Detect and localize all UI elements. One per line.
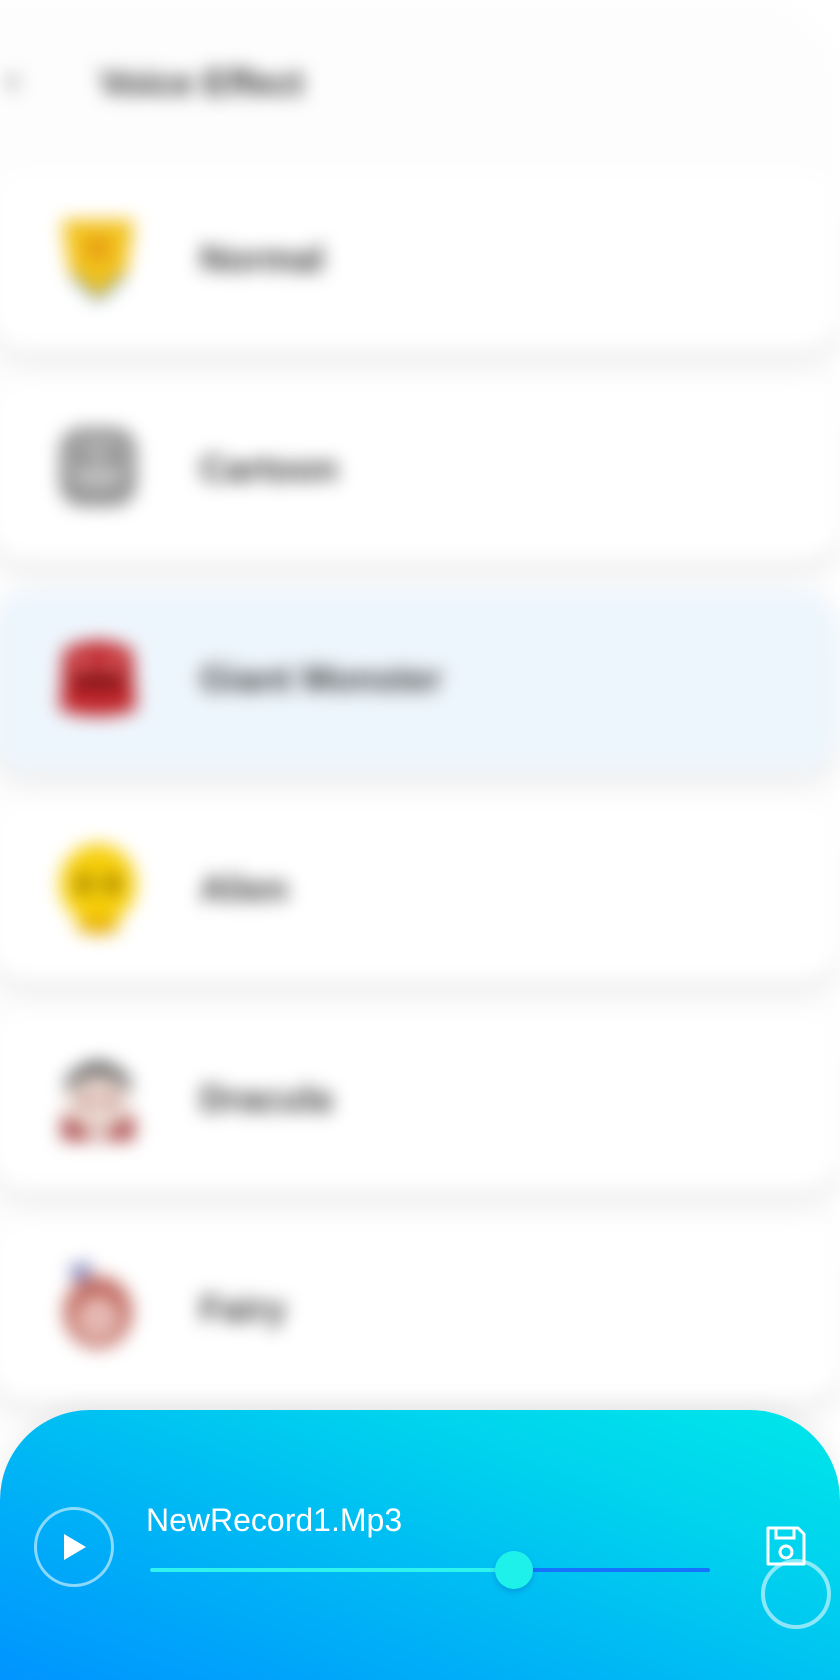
effect-label: Fairy <box>200 1288 287 1329</box>
record-button[interactable] <box>761 1559 831 1629</box>
effect-label: Normal <box>200 238 325 279</box>
chevron-left-icon[interactable]: ‹ <box>6 60 40 100</box>
effect-item-normal[interactable]: Normal <box>0 170 840 350</box>
effect-label: Dracula <box>200 1078 333 1119</box>
effect-item-giant-monster[interactable]: Giant Monster <box>0 590 840 770</box>
seek-bar[interactable] <box>150 1551 710 1589</box>
cartoon-avatar-icon <box>60 428 136 506</box>
monster-avatar-icon <box>60 641 136 716</box>
effect-item-cartoon[interactable]: Cartoon <box>0 380 840 560</box>
effect-label: Cartoon <box>200 448 338 489</box>
effect-item-dracula[interactable]: Dracula <box>0 1010 840 1190</box>
fairy-avatar-icon <box>64 1262 132 1348</box>
effect-label: Alien <box>200 868 289 909</box>
normal-avatar-icon <box>62 220 134 302</box>
effect-item-alien[interactable]: Alien <box>0 800 840 980</box>
effect-list: Normal Cartoon Giant Monster Alien Dracu… <box>0 170 840 1430</box>
play-button[interactable] <box>34 1507 114 1587</box>
play-icon <box>64 1534 86 1560</box>
alien-avatar-icon <box>60 844 136 934</box>
top-bar: ‹ Voice Effect <box>0 40 840 120</box>
seek-bar-progress <box>150 1568 514 1572</box>
seek-bar-thumb[interactable] <box>495 1551 533 1589</box>
dracula-avatar-icon <box>62 1062 134 1140</box>
effect-item-fairy[interactable]: Fairy <box>0 1220 840 1400</box>
audio-player-panel: NewRecord1.Mp3 <box>0 1410 840 1680</box>
page-title: Voice Effect <box>100 62 304 103</box>
effect-label: Giant Monster <box>200 658 443 699</box>
track-title: NewRecord1.Mp3 <box>146 1502 403 1538</box>
voice-effect-screen: ‹ Voice Effect Normal Cartoon Giant Mons… <box>0 0 840 1680</box>
